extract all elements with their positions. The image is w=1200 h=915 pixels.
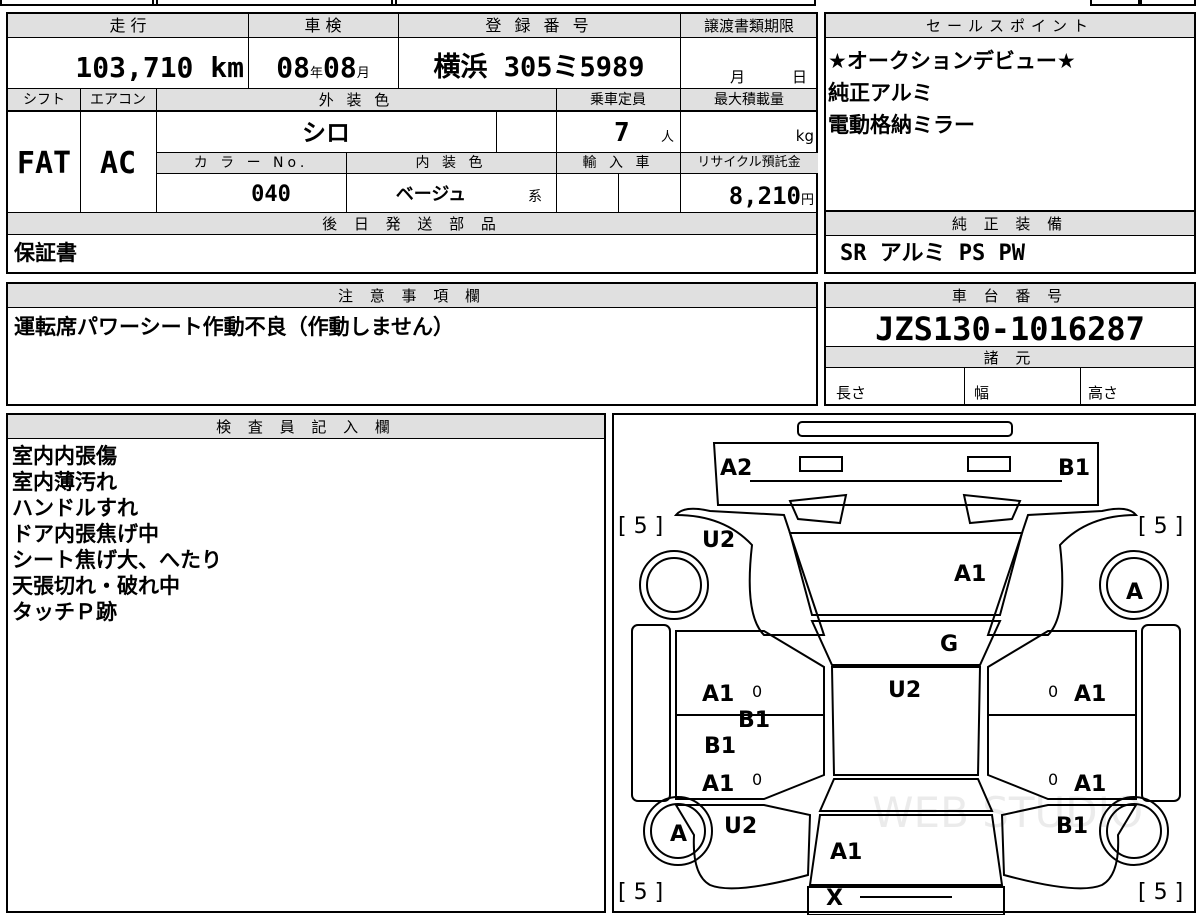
mark-right-rear-door: A1 (1074, 772, 1106, 797)
sales-point-2: 純正アルミ (828, 81, 933, 105)
max-load-unit: kg (795, 127, 814, 145)
recycle-fee-value: 8,210円 (728, 182, 814, 210)
transfer-month-unit: 月 (730, 68, 746, 86)
tire-size-front-right: [ 5 ] (1138, 514, 1183, 539)
mark-left-front-door: A1 (702, 682, 734, 707)
spec-width-label: 幅 (974, 384, 990, 402)
tire-size-front-left: [ 5 ] (618, 514, 663, 539)
shift-label: シフト (23, 92, 65, 108)
inspector-box: 検 査 員 記 入 欄 室内内張傷 室内薄汚れ ハンドルすれ ドア内張焦げ中 シ… (6, 413, 606, 913)
recycle-label: リサイクル預託金 (697, 155, 801, 170)
exterior-color-value: シロ (302, 119, 350, 147)
mark-right-rear-fender: B1 (1056, 814, 1088, 839)
notes-box: 注 意 事 項 欄 運転席パワーシート作動不良（作動しません） (6, 282, 818, 406)
mileage-label: 走 行 (109, 16, 147, 35)
mark-left-rear-door-zero: 0 (752, 770, 762, 789)
mark-hood: A1 (954, 562, 986, 587)
mark-right-front-wheel: A (1126, 580, 1143, 605)
mark-windshield: G (940, 632, 958, 657)
shift-value: FAT (16, 146, 72, 181)
spec-length-label: 長さ (836, 384, 867, 402)
color-no-value: 040 (251, 182, 291, 207)
mileage-value: 103,710 km (75, 51, 244, 84)
top-strip-mid (152, 0, 397, 6)
inspector-line-3: ハンドルすれ (12, 496, 138, 520)
mark-right-rear-door-zero: 0 (1048, 770, 1058, 789)
mark-left-rear-door-upper: B1 (704, 734, 736, 759)
chassis-number: JZS130-1016287 (875, 310, 1145, 348)
inspector-line-1: 室内内張傷 (12, 444, 117, 468)
mark-trunk: A1 (830, 840, 862, 865)
later-parts-label: 後 日 発 送 部 品 (322, 215, 502, 233)
transfer-day-unit: 日 (792, 68, 808, 86)
inspection-expiry: 08年08月 (276, 51, 370, 84)
top-strip-left (0, 0, 158, 6)
interior-color-suffix: 系 (528, 189, 542, 205)
mark-left-front-fender: U2 (702, 528, 735, 553)
factory-equipment-box: 純 正 装 備 SR アルミ PS PW (824, 212, 1196, 274)
interior-color-value: ベージュ (395, 184, 467, 205)
vehicle-info-table: 走 行 車 検 登 録 番 号 譲渡書類期限 103,710 km 08年08月… (6, 12, 818, 274)
import-label: 輸 入 車 (582, 155, 654, 171)
inspector-line-6: 天張切れ・破れ中 (12, 574, 180, 598)
sales-points-label: セールスポイント (826, 14, 1194, 38)
capacity-value: 7 人 (614, 118, 674, 148)
sales-points-box: セールスポイント ★オークションデビュー★ 純正アルミ 電動格納ミラー (824, 12, 1196, 212)
specs-label: 諸 元 (826, 346, 1194, 368)
capacity-label: 乗車定員 (590, 92, 646, 108)
max-load-label: 最大積載量 (714, 92, 784, 108)
mark-roof: U2 (888, 678, 921, 703)
inspector-line-2: 室内薄汚れ (12, 470, 117, 494)
mark-left-front-door-zero: 0 (752, 682, 762, 701)
mark-left-rear-wheel: A (670, 822, 687, 847)
top-strip-right (391, 0, 816, 6)
tire-size-rear-left: [ 5 ] (618, 880, 663, 905)
ac-value: AC (99, 146, 137, 181)
inspection-label: 車 検 (304, 16, 342, 35)
inspector-line-4: ドア内張焦げ中 (12, 522, 159, 546)
chassis-box: 車 台 番 号 JZS130-1016287 諸 元 長さ 幅 高さ (824, 282, 1196, 406)
sales-point-3: 電動格納ミラー (828, 113, 975, 137)
exterior-color-label: 外 装 色 (318, 91, 394, 109)
tire-size-rear-right: [ 5 ] (1138, 880, 1183, 905)
factory-equipment-value: SR アルミ PS PW (840, 241, 1025, 266)
inspector-label: 検 査 員 記 入 欄 (8, 415, 604, 439)
registration-label: 登 録 番 号 (485, 16, 593, 35)
registration-number: 横浜 305ミ5989 (433, 52, 645, 83)
top-strip-far-right-a (1090, 0, 1140, 6)
mark-front-bumper-left: A2 (720, 456, 752, 481)
mark-left-rear-fender: U2 (724, 814, 757, 839)
inspector-line-5: シート焦げ大、へたり (12, 548, 222, 572)
mark-left-pillar: B1 (738, 708, 770, 733)
inspector-line-7: タッチＰ跡 (12, 600, 117, 624)
sales-point-1: ★オークションデビュー★ (828, 49, 1076, 73)
factory-equipment-label: 純 正 装 備 (826, 212, 1194, 236)
notes-label: 注 意 事 項 欄 (8, 284, 816, 308)
later-parts-value: 保証書 (14, 241, 77, 265)
top-strip-far-right-b (1140, 0, 1196, 6)
interior-color-label: 内 装 色 (415, 155, 487, 171)
mark-front-bumper-right: B1 (1058, 456, 1090, 481)
mark-right-front-door-zero: 0 (1048, 682, 1058, 701)
mark-left-rear-door: A1 (702, 772, 734, 797)
color-no-label: カ ラ ー No. (193, 155, 309, 171)
ac-label: エアコン (90, 92, 146, 108)
chassis-label: 車 台 番 号 (826, 284, 1194, 308)
spec-height-label: 高さ (1088, 384, 1119, 402)
car-diagram: [ 5 ] [ 5 ] [ 5 ] [ 5 ] WEB STUDIO A2 B1… (618, 421, 1183, 915)
notes-text: 運転席パワーシート作動不良（作動しません） (14, 315, 454, 339)
transfer-deadline-label: 譲渡書類期限 (703, 17, 794, 35)
mark-right-front-door: A1 (1074, 682, 1106, 707)
car-diagram-box: [ 5 ] [ 5 ] [ 5 ] [ 5 ] WEB STUDIO A2 B1… (612, 413, 1196, 915)
mark-rear-bumper: X (826, 886, 843, 911)
